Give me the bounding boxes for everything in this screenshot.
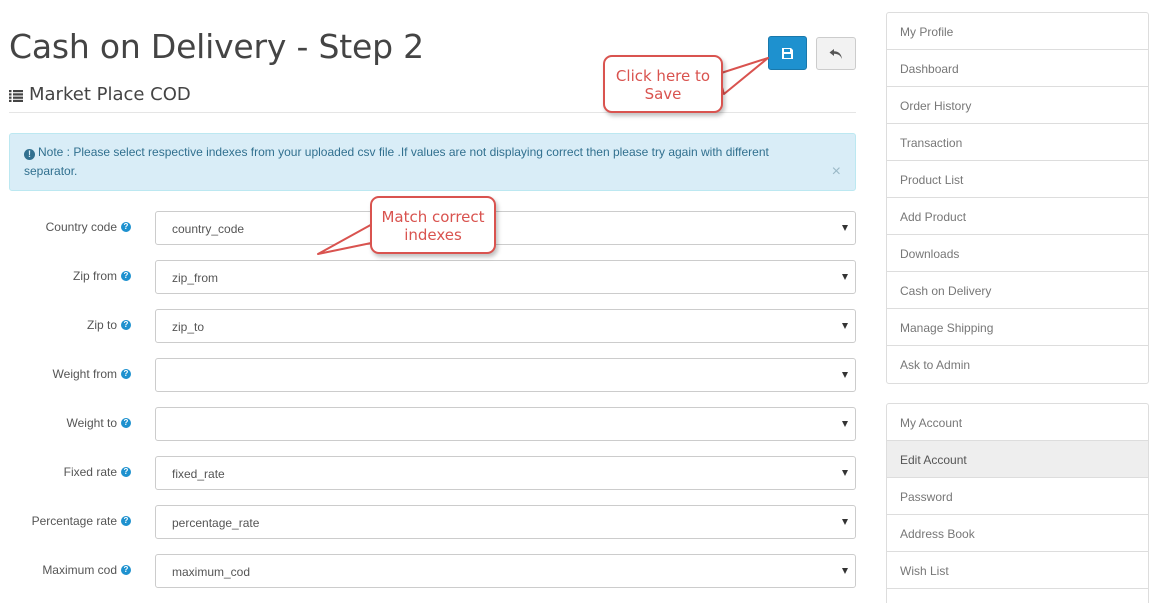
exclamation-circle-icon: ! (24, 149, 35, 160)
caret-down-icon (842, 323, 848, 329)
field-label: Fixed rate? (64, 465, 131, 479)
weight-to-select[interactable] (155, 407, 856, 441)
sidebar-item-order-history[interactable]: Order History (887, 87, 1148, 124)
question-circle-icon[interactable]: ? (121, 369, 131, 379)
question-circle-icon[interactable]: ? (121, 516, 131, 526)
list-icon (9, 90, 23, 102)
sidebar-item-edit-account[interactable]: Edit Account (887, 441, 1148, 478)
sidebar-item-transaction[interactable]: Transaction (887, 124, 1148, 161)
sidebar-item-wish-list[interactable]: Wish List (887, 552, 1148, 589)
sidebar-item-manage-shipping[interactable]: Manage Shipping (887, 309, 1148, 346)
select-value: maximum_cod (172, 565, 251, 579)
question-circle-icon[interactable]: ? (121, 320, 131, 330)
sidebar-item-password[interactable]: Password (887, 478, 1148, 515)
form-row-zip-to: Zip to? zip_to (0, 309, 860, 343)
select-value: fixed_rate (172, 467, 225, 481)
caret-down-icon (842, 568, 848, 574)
sidebar-item-add-product[interactable]: Add Product (887, 198, 1148, 235)
question-circle-icon[interactable]: ? (121, 418, 131, 428)
caret-down-icon (842, 519, 848, 525)
caret-down-icon (842, 274, 848, 280)
select-value: country_code (172, 222, 245, 236)
form-row-percentage-rate: Percentage rate? percentage_rate (0, 505, 860, 539)
indexes-callout-line1: Match correct (381, 208, 485, 226)
save-icon (782, 47, 793, 59)
field-label: Percentage rate? (32, 514, 131, 528)
form-row-weight-to: Weight to? (0, 407, 860, 441)
select-value: percentage_rate (172, 516, 260, 530)
indexes-callout-line2: indexes (404, 226, 462, 244)
save-callout: Click here to Save (603, 55, 723, 113)
select-value: zip_from (172, 271, 219, 285)
caret-down-icon (842, 372, 848, 378)
question-circle-icon[interactable]: ? (121, 271, 131, 281)
select-value: zip_to (172, 320, 205, 334)
caret-down-icon (842, 470, 848, 476)
reply-icon (829, 48, 842, 59)
info-alert: ! Note : Please select respective indexes… (9, 133, 856, 191)
field-label: Zip from? (73, 269, 131, 283)
form-row-fixed-rate: Fixed rate? fixed_rate (0, 456, 860, 490)
indexes-callout: Match correct indexes (370, 196, 496, 254)
field-label: Weight to? (67, 416, 131, 430)
sidebar-item-ask-to-admin[interactable]: Ask to Admin (887, 346, 1148, 383)
close-icon[interactable]: × (832, 164, 841, 180)
form-row-zip-from: Zip from? zip_from (0, 260, 860, 294)
fixed-rate-select[interactable]: fixed_rate (155, 456, 856, 490)
maximum-cod-select[interactable]: maximum_cod (155, 554, 856, 588)
sidebar-item-downloads[interactable]: Downloads (887, 235, 1148, 272)
sidebar-account-menu: My Profile Dashboard Order History Trans… (886, 12, 1149, 384)
sidebar-item-my-profile[interactable]: My Profile (887, 13, 1148, 50)
alert-text: Note : Please select respective indexes … (24, 145, 769, 178)
section-heading-text: Market Place COD (29, 84, 191, 105)
field-label: Zip to? (87, 318, 131, 332)
field-label: Country code? (46, 220, 131, 234)
question-circle-icon[interactable]: ? (121, 467, 131, 477)
question-circle-icon[interactable]: ? (121, 222, 131, 232)
country-code-select[interactable]: country_code (155, 211, 856, 245)
sidebar-item-dashboard[interactable]: Dashboard (887, 50, 1148, 87)
sidebar-my-account-menu: My Account Edit Account Password Address… (886, 403, 1149, 603)
form-row-maximum-cod: Maximum cod? maximum_cod (0, 554, 860, 588)
zip-from-select[interactable]: zip_from (155, 260, 856, 294)
save-callout-line2: Save (644, 85, 682, 103)
sidebar-item-address-book[interactable]: Address Book (887, 515, 1148, 552)
caret-down-icon (842, 421, 848, 427)
caret-down-icon (842, 225, 848, 231)
weight-from-select[interactable] (155, 358, 856, 392)
zip-to-select[interactable]: zip_to (155, 309, 856, 343)
page-title: Cash on Delivery - Step 2 (9, 27, 424, 66)
sidebar-item-my-account[interactable]: My Account (887, 404, 1148, 441)
percentage-rate-select[interactable]: percentage_rate (155, 505, 856, 539)
save-callout-line1: Click here to (615, 67, 711, 85)
back-button[interactable] (816, 37, 856, 70)
sidebar-item-product-list[interactable]: Product List (887, 161, 1148, 198)
sidebar-item-order-history-2[interactable]: Order History (887, 589, 1148, 603)
sidebar-item-cash-on-delivery[interactable]: Cash on Delivery (887, 272, 1148, 309)
question-circle-icon[interactable]: ? (121, 565, 131, 575)
field-label: Maximum cod? (42, 563, 131, 577)
form-row-weight-from: Weight from? (0, 358, 860, 392)
field-label: Weight from? (53, 367, 131, 381)
